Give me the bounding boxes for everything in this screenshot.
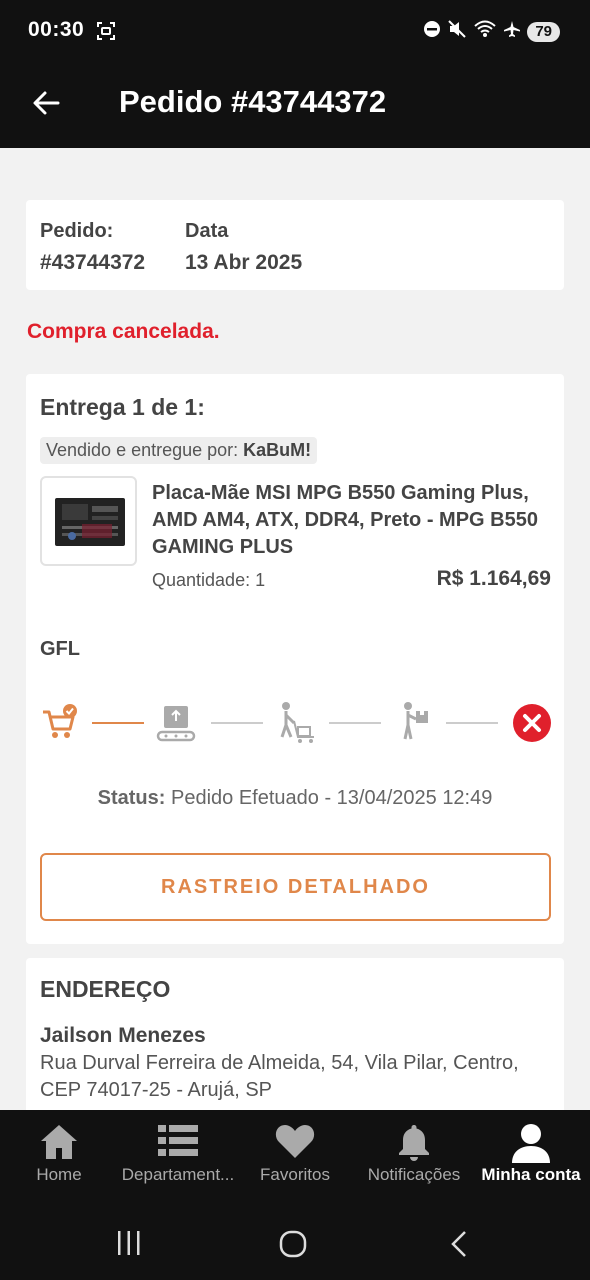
progress-segment-2 (211, 722, 263, 724)
status-time: 00:30 (28, 18, 85, 41)
person-package-icon (398, 701, 438, 750)
order-status: Status: Pedido Efetuado - 13/04/2025 12:… (26, 787, 564, 810)
nav-my-account-label: Minha conta (481, 1165, 581, 1184)
carrier-name: GFL (40, 638, 80, 660)
cart-check-icon (40, 703, 80, 748)
order-number: #43744372 (40, 251, 146, 274)
nav-departments[interactable]: Departament... (116, 1110, 240, 1202)
nav-notifications-label: Notificações (367, 1165, 461, 1184)
tracking-button[interactable]: RASTREIO DETALHADO (40, 853, 551, 921)
person-cart-icon (274, 701, 318, 750)
delivery-card: Entrega 1 de 1: Vendido e entregue por: … (26, 374, 564, 944)
product-name[interactable]: Placa-Mãe MSI MPG B550 Gaming Plus, AMD … (152, 480, 547, 561)
product-image[interactable] (40, 476, 137, 566)
screenshot-icon (96, 21, 116, 46)
mute-icon (447, 19, 467, 44)
seller-name: KaBuM! (243, 440, 312, 460)
package-conveyor-icon (156, 703, 196, 748)
nav-my-account[interactable]: Minha conta (476, 1110, 586, 1202)
status-value: Pedido Efetuado - 13/04/2025 12:49 (170, 787, 493, 809)
seller-prefix: Vendido e entregue por: (46, 440, 239, 460)
heart-icon (275, 1123, 315, 1164)
system-nav (0, 1202, 590, 1280)
status-bar: 00:30 79 (0, 0, 590, 60)
list-icon (158, 1123, 198, 1164)
app-bar: Pedido #43744372 (0, 60, 590, 148)
product-quantity: Quantidade: 1 (152, 570, 266, 590)
order-summary-card: Pedido: #43744372 Data 13 Abr 2025 (26, 200, 564, 290)
progress-segment-3 (329, 722, 381, 724)
nav-favorites-label: Favoritos (260, 1165, 330, 1184)
recent-apps-icon[interactable] (116, 1230, 142, 1261)
nav-departments-label: Departament... (121, 1165, 235, 1184)
user-icon (510, 1123, 552, 1168)
date-label: Data (185, 220, 229, 242)
system-back-icon[interactable] (448, 1230, 470, 1263)
delivery-title: Entrega 1 de 1: (40, 394, 205, 420)
progress-segment-1 (92, 722, 144, 724)
nav-home[interactable]: Home (28, 1110, 90, 1202)
battery-level: 79 (527, 21, 560, 42)
bottom-nav: Home Departament... Favoritos Notificaçõ… (0, 1110, 590, 1202)
arrow-left-icon[interactable] (30, 87, 62, 124)
address-title: ENDEREÇO (40, 976, 171, 1002)
bell-icon (397, 1123, 431, 1166)
nav-home-label: Home (36, 1165, 82, 1184)
nav-notifications[interactable]: Notificações (360, 1110, 468, 1202)
seller-badge: Vendido e entregue por: KaBuM! (40, 437, 318, 464)
order-date: 13 Abr 2025 (185, 251, 303, 274)
airplane-icon (503, 20, 521, 43)
address-line: Rua Durval Ferreira de Almeida, 54, Vila… (40, 1052, 519, 1101)
product-price: R$ 1.164,69 (436, 567, 551, 590)
home-circle-icon[interactable] (279, 1230, 307, 1263)
order-label: Pedido: (40, 220, 114, 242)
cancel-notice: Compra cancelada. (27, 320, 220, 343)
do-not-disturb-icon (423, 20, 441, 43)
status-label: Status: (97, 787, 166, 809)
tracking-progress (26, 698, 564, 748)
nav-favorites[interactable]: Favoritos (254, 1110, 336, 1202)
wifi-icon (473, 19, 497, 44)
cancel-x-icon (512, 703, 552, 748)
address-name: Jailson Menezes (40, 1024, 206, 1047)
page-title: Pedido #43744372 (119, 84, 387, 119)
progress-segment-4 (446, 722, 498, 724)
home-icon (39, 1123, 79, 1166)
